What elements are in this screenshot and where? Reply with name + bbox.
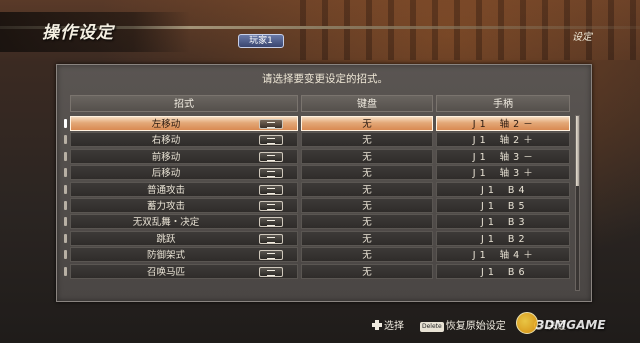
table-row[interactable]: 普通攻击 无 J 1 B 4 [64,181,570,198]
action-label: 后移动 [151,168,181,180]
action-cell[interactable]: 无双乱舞・决定 [70,214,298,230]
action-label: 蓄力攻击 [146,200,185,212]
action-label: 召唤马匹 [146,266,185,278]
scrollbar[interactable] [575,115,580,291]
row-marker [64,184,67,194]
settings-panel: 请选择要变更设定的招式。 招式 键盘 手柄 左移动无 J 1 轴 2 －右移动无 J… [56,64,592,302]
controller-button-icon [259,200,283,211]
keyboard-binding-cell[interactable]: 无 [301,181,433,197]
table-header: 招式 键盘 手柄 [70,95,570,112]
hint-reset[interactable]: Delete 恢复原始设定 [420,317,506,332]
table-row[interactable]: 防御架式 无 J 1 轴 4 ＋ [64,247,570,263]
table-row[interactable]: 后移动 无 J 1 轴 3 ＋ [64,165,570,181]
controller-button-icon [259,266,283,277]
action-cell[interactable]: 防御架式 [70,247,298,263]
keyboard-binding-cell[interactable]: 无 [301,165,433,181]
action-label: 无双乱舞・决定 [132,217,200,229]
row-marker [64,119,67,128]
controller-button-icon [259,184,283,195]
keyboard-binding-cell[interactable]: 无 [301,132,433,148]
controller-button-icon [259,217,283,228]
keyboard-binding-cell[interactable]: 无 [301,214,433,230]
action-label: 左移动 [151,119,181,130]
gamepad-binding-cell[interactable]: J 1 B 2 [436,230,570,246]
action-label: 右移动 [151,135,181,147]
action-label: 前移动 [151,151,181,163]
table-row[interactable]: 前移动 无 J 1 轴 3 － [64,148,570,165]
row-marker [64,250,67,260]
header: 操作设定 玩家1 设定 [0,6,640,56]
row-marker [64,266,67,276]
row-marker [64,200,67,210]
action-cell[interactable]: 跳跃 [70,230,298,246]
instruction-text: 请选择要变更设定的招式。 [262,73,388,85]
hint-reset-label: 恢复原始设定 [445,321,506,332]
gamepad-binding-cell[interactable]: J 1 B 6 [436,263,570,279]
action-cell[interactable]: 蓄力攻击 [70,197,298,213]
player-badge[interactable]: 玩家1 [238,34,284,48]
gamepad-binding-cell[interactable]: J 1 轴 2 ＋ [436,132,570,148]
keyboard-binding-cell[interactable]: 无 [301,197,433,213]
gamepad-binding-cell[interactable]: J 1 B 5 [436,197,570,213]
delete-key-icon: Delete [420,322,444,332]
action-label: 跳跃 [156,233,176,245]
row-marker [64,217,67,227]
gamepad-binding-cell[interactable]: J 1 轴 3 ＋ [436,165,570,181]
action-cell[interactable]: 召唤马匹 [70,263,298,279]
keyboard-binding-cell[interactable]: 无 [301,148,433,164]
table-row[interactable]: 蓄力攻击 无 J 1 B 5 [64,197,570,214]
action-cell[interactable]: 后移动 [70,165,298,181]
action-label: 防御架式 [146,250,185,262]
action-cell[interactable]: 右移动 [70,132,298,148]
row-marker [64,151,67,161]
gamepad-binding-cell[interactable]: J 1 B 3 [436,214,570,230]
hint-select: 选择 [372,317,404,332]
row-marker [64,168,67,178]
gamepad-binding-cell[interactable]: J 1 轴 2 － [436,116,570,131]
controller-button-icon [259,151,283,162]
controls-table: 招式 键盘 手柄 左移动无 J 1 轴 2 －右移动无 J 1 轴 2 ＋前移动无 J… [64,95,570,280]
table-row[interactable]: 跳跃 无 J 1 B 2 [64,230,570,247]
table-row[interactable]: 召唤马匹 无 J 1 B 6 [64,263,570,280]
hint-select-label: 选择 [384,321,404,332]
action-cell[interactable]: 左移动 [70,116,298,131]
dpad-icon [372,320,382,330]
gamepad-binding-cell[interactable]: J 1 轴 3 － [436,148,570,164]
row-marker [64,135,67,145]
header-section-label: 设定 [572,32,592,43]
gamepad-binding-cell[interactable]: J 1 B 4 [436,181,570,197]
row-marker [64,233,67,243]
controller-button-icon [259,233,283,244]
controller-button-icon [259,250,283,261]
column-header-gamepad: 手柄 [436,95,570,112]
watermark-text: 3DMGAME [536,318,606,332]
scrollbar-thumb[interactable] [576,116,579,186]
table-row[interactable]: 右移动 无 J 1 轴 2 ＋ [64,132,570,148]
controller-button-icon [259,168,283,179]
column-header-keyboard: 键盘 [301,95,433,112]
table-row[interactable]: 左移动 无 J 1 轴 2 － [64,116,570,132]
gamepad-binding-cell[interactable]: J 1 轴 4 ＋ [436,247,570,263]
keyboard-binding-cell[interactable]: 无 [301,247,433,263]
keyboard-binding-cell[interactable]: 无 [301,230,433,246]
keyboard-binding-cell[interactable]: 无 [301,116,433,131]
action-label: 普通攻击 [146,184,185,196]
controller-button-icon [259,135,283,146]
table-body: 左移动无 J 1 轴 2 －右移动无 J 1 轴 2 ＋前移动无 J 1 轴 3 －后… [64,116,570,280]
table-row[interactable]: 无双乱舞・决定 无 J 1 B 3 [64,214,570,230]
keyboard-binding-cell[interactable]: 无 [301,263,433,279]
column-header-action: 招式 [70,95,298,112]
page-title: 操作设定 [42,23,114,43]
action-cell[interactable]: 普通攻击 [70,181,298,197]
controller-button-icon [259,119,283,129]
watermark-logo-icon [516,312,538,334]
action-cell[interactable]: 前移动 [70,148,298,164]
